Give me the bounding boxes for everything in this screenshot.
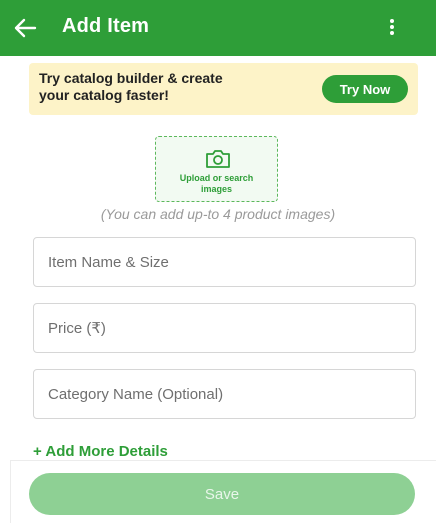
upload-images-button[interactable]: Upload or search images: [155, 136, 278, 202]
banner-text: Try catalog builder & create your catalo…: [39, 70, 223, 103]
image-limit-hint: (You can add up-to 4 product images): [100, 206, 336, 222]
arrow-left-icon: [14, 18, 37, 38]
more-vertical-icon: [390, 19, 394, 35]
item-name-input[interactable]: [34, 238, 415, 286]
category-field[interactable]: [33, 369, 416, 419]
more-options-button[interactable]: [384, 15, 400, 39]
add-item-screen: Add Item Try catalog builder & create yo…: [0, 0, 436, 523]
catalog-builder-banner: Try catalog builder & create your catalo…: [29, 63, 418, 115]
price-input[interactable]: [34, 304, 415, 352]
upload-label: Upload or search images: [179, 173, 254, 194]
save-button[interactable]: Save: [29, 473, 415, 515]
footer-bar: Save: [10, 460, 436, 523]
category-input[interactable]: [34, 370, 415, 418]
app-bar: Add Item: [0, 0, 436, 56]
item-name-field[interactable]: [33, 237, 416, 287]
back-button[interactable]: [10, 14, 40, 42]
camera-icon: [206, 150, 230, 168]
add-more-details-link[interactable]: + Add More Details: [33, 443, 168, 460]
price-field[interactable]: [33, 303, 416, 353]
page-title: Add Item: [62, 15, 150, 37]
try-now-button[interactable]: Try Now: [322, 75, 408, 103]
